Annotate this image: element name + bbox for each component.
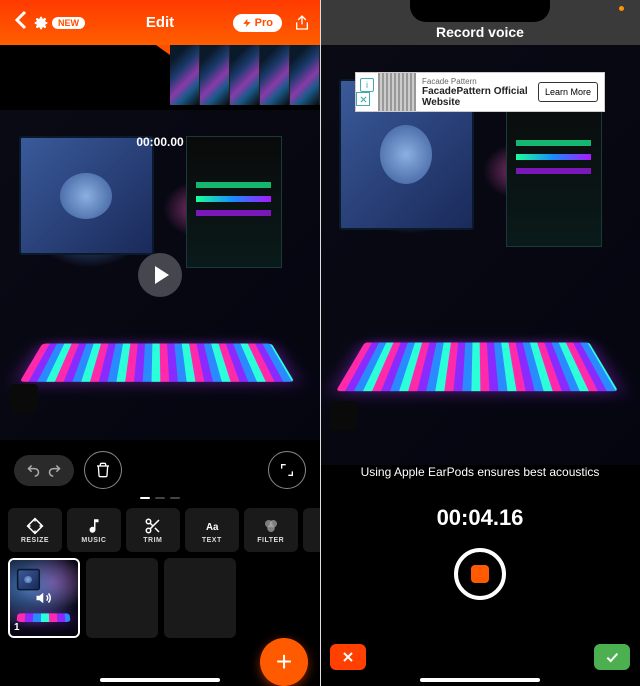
clip-slot-empty[interactable] [164, 558, 236, 638]
play-button[interactable] [138, 253, 182, 297]
ad-info-icon[interactable]: i [360, 78, 374, 92]
ad-thumbnail [378, 73, 416, 111]
ad-close-icon[interactable] [356, 92, 370, 106]
filmstrip[interactable] [170, 45, 320, 105]
video-preview[interactable] [0, 110, 320, 440]
tool-resize[interactable]: RESIZE [8, 508, 62, 552]
record-voice-screen: Record voice i Facade Pattern FacadePatt… [320, 0, 640, 686]
tool-text[interactable]: Aa TEXT [185, 508, 239, 552]
editor-screen: NEW Edit Pro 00:00.00 [0, 0, 320, 686]
acoustics-hint: Using Apple EarPods ensures best acousti… [320, 465, 640, 479]
tool-filter[interactable]: FILTER [244, 508, 298, 552]
tool-more[interactable] [303, 508, 320, 552]
record-timer: 00:04.16 [320, 505, 640, 531]
tool-row[interactable]: RESIZE MUSIC TRIM Aa TEXT FILTER [8, 508, 320, 552]
back-button[interactable] [10, 8, 34, 37]
playback-timer: 00:00.00 [136, 135, 183, 149]
device-notch [410, 0, 550, 22]
ad-banner[interactable]: i Facade Pattern FacadePattern Official … [355, 72, 605, 112]
ad-cta-button[interactable]: Learn More [538, 82, 598, 102]
new-badge: NEW [52, 17, 85, 29]
pro-button[interactable]: Pro [233, 14, 282, 32]
undo-button[interactable] [26, 463, 41, 478]
svg-text:Aa: Aa [206, 521, 219, 532]
delete-button[interactable] [84, 451, 122, 489]
clip-slot-empty[interactable] [86, 558, 158, 638]
screen-title: Edit [146, 14, 174, 31]
clip-thumbnail-1[interactable]: 1 [8, 558, 80, 638]
tool-music[interactable]: MUSIC [67, 508, 121, 552]
record-title: Record voice [436, 24, 524, 40]
add-clip-button[interactable]: + [260, 638, 308, 686]
tool-trim[interactable]: TRIM [126, 508, 180, 552]
page-indicator [140, 497, 180, 499]
editor-header: NEW Edit Pro [0, 0, 320, 45]
cancel-button[interactable] [330, 644, 366, 670]
record-header: Record voice [320, 0, 640, 45]
undo-redo-group [14, 455, 74, 486]
preview-controls [0, 445, 320, 495]
confirm-button[interactable] [594, 644, 630, 670]
clip-index: 1 [14, 622, 20, 633]
volume-icon [33, 587, 55, 609]
home-indicator[interactable] [100, 678, 220, 682]
export-button[interactable] [294, 15, 310, 31]
redo-button[interactable] [47, 463, 62, 478]
settings-icon[interactable] [34, 16, 48, 30]
mic-indicator-dot [619, 6, 624, 11]
fullscreen-button[interactable] [268, 451, 306, 489]
ad-text: Facade Pattern FacadePattern Official We… [416, 77, 538, 108]
clip-thumbnails: 1 [8, 558, 312, 644]
stop-record-button[interactable] [454, 548, 506, 600]
home-indicator[interactable] [420, 678, 540, 682]
